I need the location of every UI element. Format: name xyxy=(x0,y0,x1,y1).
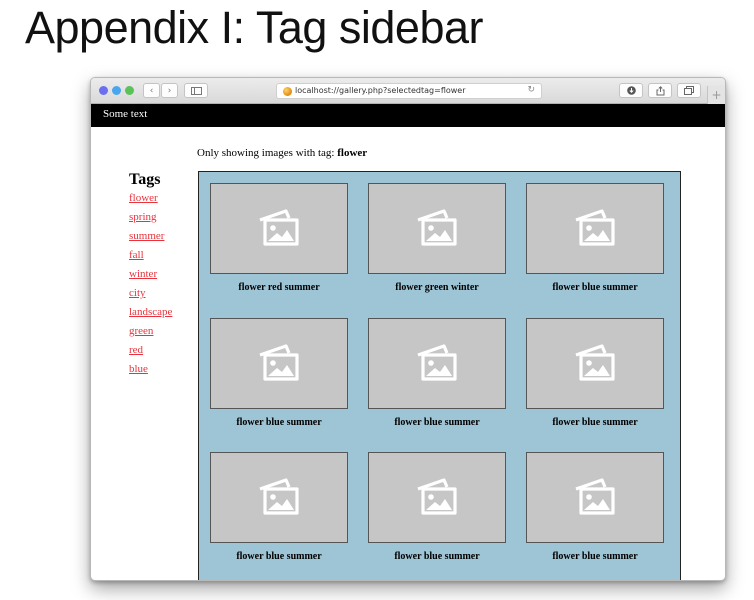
tabs-overview-icon xyxy=(684,86,694,95)
image-thumbnail[interactable] xyxy=(526,183,664,274)
forward-button[interactable]: › xyxy=(161,83,178,98)
gallery-item[interactable]: flower blue summer xyxy=(368,452,506,562)
tag-link-fall[interactable]: fall xyxy=(129,246,172,265)
gallery-item[interactable]: flower blue summer xyxy=(210,452,348,562)
gallery-item[interactable]: flower blue summer xyxy=(526,183,664,293)
image-thumbnail[interactable] xyxy=(526,452,664,543)
address-bar[interactable]: localhost://gallery.php?selectedtag=flow… xyxy=(276,83,542,99)
image-caption: flower blue summer xyxy=(236,551,322,562)
image-placeholder-icon xyxy=(259,208,299,246)
tag-link-landscape[interactable]: landscape xyxy=(129,303,172,322)
image-placeholder-icon xyxy=(259,343,299,381)
gallery-item[interactable]: flower blue summer xyxy=(526,318,664,428)
image-caption: flower blue summer xyxy=(394,417,480,428)
close-window-button[interactable] xyxy=(99,86,108,95)
image-thumbnail[interactable] xyxy=(368,183,506,274)
tag-link-spring[interactable]: spring xyxy=(129,208,172,227)
image-thumbnail[interactable] xyxy=(210,452,348,543)
tag-link-summer[interactable]: summer xyxy=(129,227,172,246)
image-placeholder-icon xyxy=(259,477,299,515)
filter-prefix: Only showing images with tag: xyxy=(197,147,338,159)
browser-toolbar: ‹ › localhost://gallery.php?selectedtag=… xyxy=(91,78,725,104)
image-caption: flower red summer xyxy=(238,282,320,293)
tag-link-blue[interactable]: blue xyxy=(129,360,172,379)
gallery-item[interactable]: flower blue summer xyxy=(368,318,506,428)
tag-link-flower[interactable]: flower xyxy=(129,189,172,208)
share-icon xyxy=(656,85,664,95)
image-gallery: flower red summer flower green winter fl… xyxy=(198,171,681,580)
image-caption: flower blue summer xyxy=(394,551,480,562)
tag-sidebar: Tags flower spring summer fall winter ci… xyxy=(129,171,172,379)
tag-link-winter[interactable]: winter xyxy=(129,265,172,284)
gallery-item[interactable]: flower red summer xyxy=(210,183,348,293)
gallery-item[interactable]: flower blue summer xyxy=(526,452,664,562)
image-caption: flower blue summer xyxy=(552,282,638,293)
zoom-window-button[interactable] xyxy=(125,86,134,95)
favicon-icon xyxy=(283,87,292,96)
back-button[interactable]: ‹ xyxy=(143,83,160,98)
image-placeholder-icon xyxy=(417,477,457,515)
url-text: localhost://gallery.php?selectedtag=flow… xyxy=(295,86,466,95)
gallery-item[interactable]: flower blue summer xyxy=(210,318,348,428)
image-thumbnail[interactable] xyxy=(368,318,506,409)
image-thumbnail[interactable] xyxy=(526,318,664,409)
share-button[interactable] xyxy=(648,83,672,98)
download-icon xyxy=(626,86,636,95)
image-placeholder-icon xyxy=(575,208,615,246)
reload-icon[interactable]: ↻ xyxy=(527,85,535,95)
image-caption: flower green winter xyxy=(395,282,479,293)
tag-link-green[interactable]: green xyxy=(129,322,172,341)
tag-link-city[interactable]: city xyxy=(129,284,172,303)
browser-window: ‹ › localhost://gallery.php?selectedtag=… xyxy=(90,77,726,581)
image-thumbnail[interactable] xyxy=(368,452,506,543)
filter-tag: flower xyxy=(337,147,368,159)
chevron-right-icon: › xyxy=(167,85,172,96)
image-thumbnail[interactable] xyxy=(210,318,348,409)
downloads-button[interactable] xyxy=(619,83,643,98)
image-placeholder-icon xyxy=(417,343,457,381)
new-tab-button[interactable]: + xyxy=(707,86,725,104)
image-caption: flower blue summer xyxy=(236,417,322,428)
image-placeholder-icon xyxy=(575,477,615,515)
header-text: Some text xyxy=(103,108,148,120)
sidebar-toggle-icon xyxy=(190,86,202,95)
image-caption: flower blue summer xyxy=(552,417,638,428)
tag-link-red[interactable]: red xyxy=(129,341,172,360)
gallery-item[interactable]: flower green winter xyxy=(368,183,506,293)
minimize-window-button[interactable] xyxy=(112,86,121,95)
image-placeholder-icon xyxy=(575,343,615,381)
plus-icon: + xyxy=(711,88,722,102)
filter-note: Only showing images with tag: flower xyxy=(197,147,367,159)
tags-heading: Tags xyxy=(129,171,161,188)
image-thumbnail[interactable] xyxy=(210,183,348,274)
page-header: Some text xyxy=(91,104,725,127)
image-caption: flower blue summer xyxy=(552,551,638,562)
slide-title: Appendix I: Tag sidebar xyxy=(25,2,484,53)
tabs-overview-button[interactable] xyxy=(677,83,701,98)
image-placeholder-icon xyxy=(417,208,457,246)
chevron-left-icon: ‹ xyxy=(149,85,154,96)
sidebar-toggle-button[interactable] xyxy=(184,83,208,98)
